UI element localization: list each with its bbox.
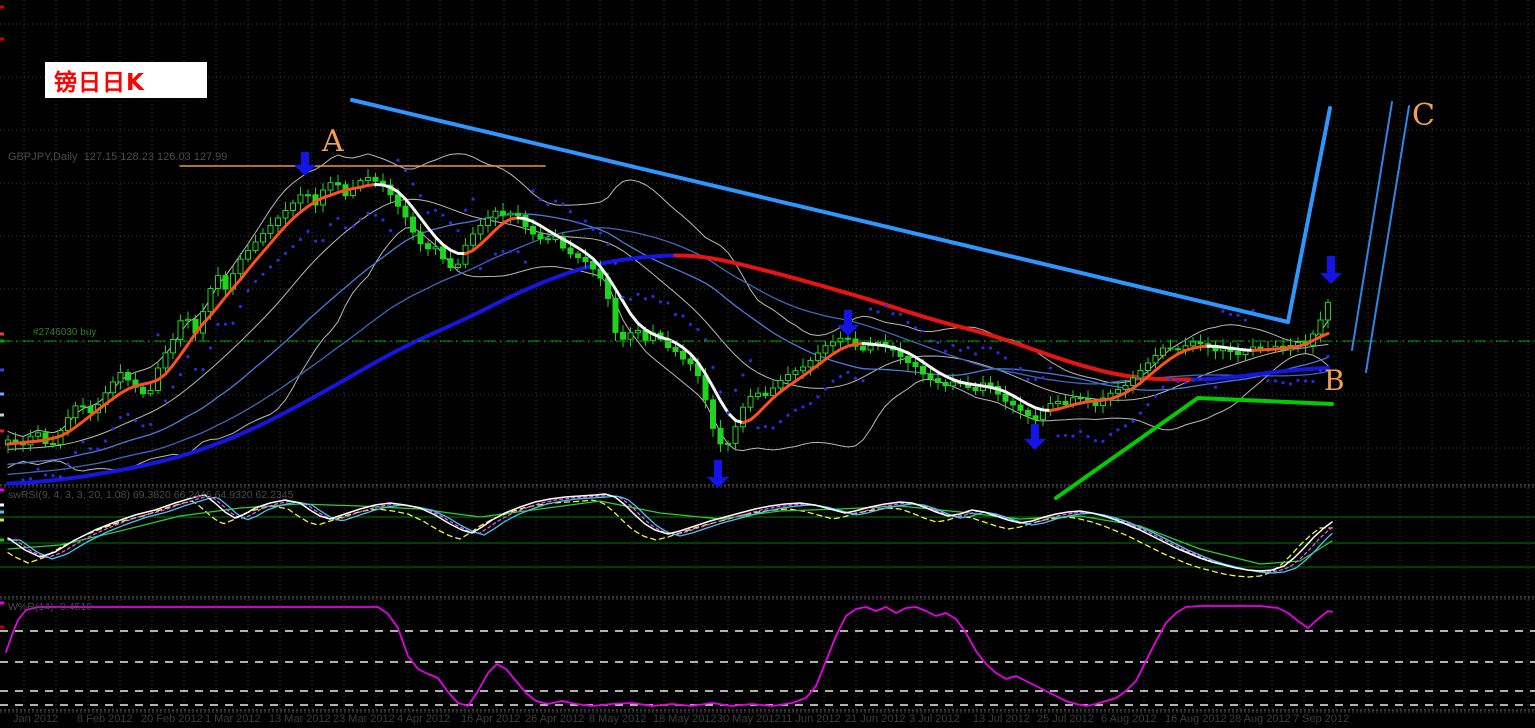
x-axis-label: 25 Jul 2012 [1037,713,1094,725]
indicator-levels [0,516,1535,706]
edge-value-marks [0,5,4,629]
breakout-up-line[interactable] [1286,106,1332,324]
green-support-line[interactable] [1054,396,1334,500]
x-axis-label: 21 Jun 2012 [845,713,906,725]
order-line-label: #2746030 buy [33,327,97,338]
label-A[interactable]: A [322,124,344,159]
down-arrow-icon[interactable] [1320,256,1342,284]
rsi-indicator-label: swRSI(9, 4, 3, 3, 20, 1.08) 69.3820 66.2… [8,489,294,501]
x-axis-label: 3 Jul 2012 [909,713,960,725]
channel-line-1[interactable] [1351,101,1393,351]
channel-line-2[interactable] [1365,105,1410,373]
x-axis-label: 11 Jun 2012 [781,713,841,725]
x-axis-label: 13 Jul 2012 [973,713,1030,725]
x-axis-label: 16 Apr 2012 [461,713,521,725]
wpr-line [5,605,1333,707]
x-axis-label: 28 Aug 2012 [1229,713,1291,725]
chart-annotation-box[interactable]: 镑日日K [45,62,207,98]
x-axis-label: 8 Feb 2012 [77,713,133,725]
x-axis-label: 6 Aug 2012 [1101,713,1157,725]
chart-annotation-text: 镑日日K [54,70,145,96]
mt4-chart-window: 镑日日K GBPJPY,Daily 127.15 128.23 126.03 1… [0,0,1535,728]
x-axis-label: 30 May 2012 [717,713,781,725]
wpr-indicator-label: W%R(14) -0.4510 [8,601,93,613]
x-axis-label: Jan 2012 [13,713,59,725]
signal-arrows[interactable] [294,152,1342,488]
x-axis-label: 13 Mar 2012 [269,713,331,725]
candlesticks [5,169,1331,454]
x-axis-label: 8 May 2012 [589,713,647,725]
trendline-objects[interactable] [179,98,1410,500]
x-axis-label: 7 Sep 2012 [1293,713,1350,725]
symbol-ohlc-label: GBPJPY,Daily 127.15 128.23 126.03 127.99 [8,151,228,163]
down-arrow-icon[interactable] [1024,424,1046,450]
chart-canvas[interactable] [0,0,1535,728]
x-axis-label: 16 Aug 2012 [1165,713,1227,725]
x-axis-label: 1 Mar 2012 [205,713,261,725]
label-C[interactable]: C [1412,98,1435,133]
down-arrow-icon[interactable] [707,460,729,488]
grid-lines [0,0,1535,710]
rsi-lines [7,493,1333,578]
panel-separators[interactable] [0,484,1535,713]
x-axis-label: 4 Apr 2012 [397,713,451,725]
psar-dots [21,158,1330,482]
x-axis-label: 18 May 2012 [653,713,717,725]
x-axis-label: 26 Apr 2012 [525,713,585,725]
x-axis-label: 23 Mar 2012 [333,713,395,725]
down-arrow-icon[interactable] [294,152,316,176]
x-axis-label: 20 Feb 2012 [141,713,203,725]
label-B[interactable]: B [1324,364,1345,397]
